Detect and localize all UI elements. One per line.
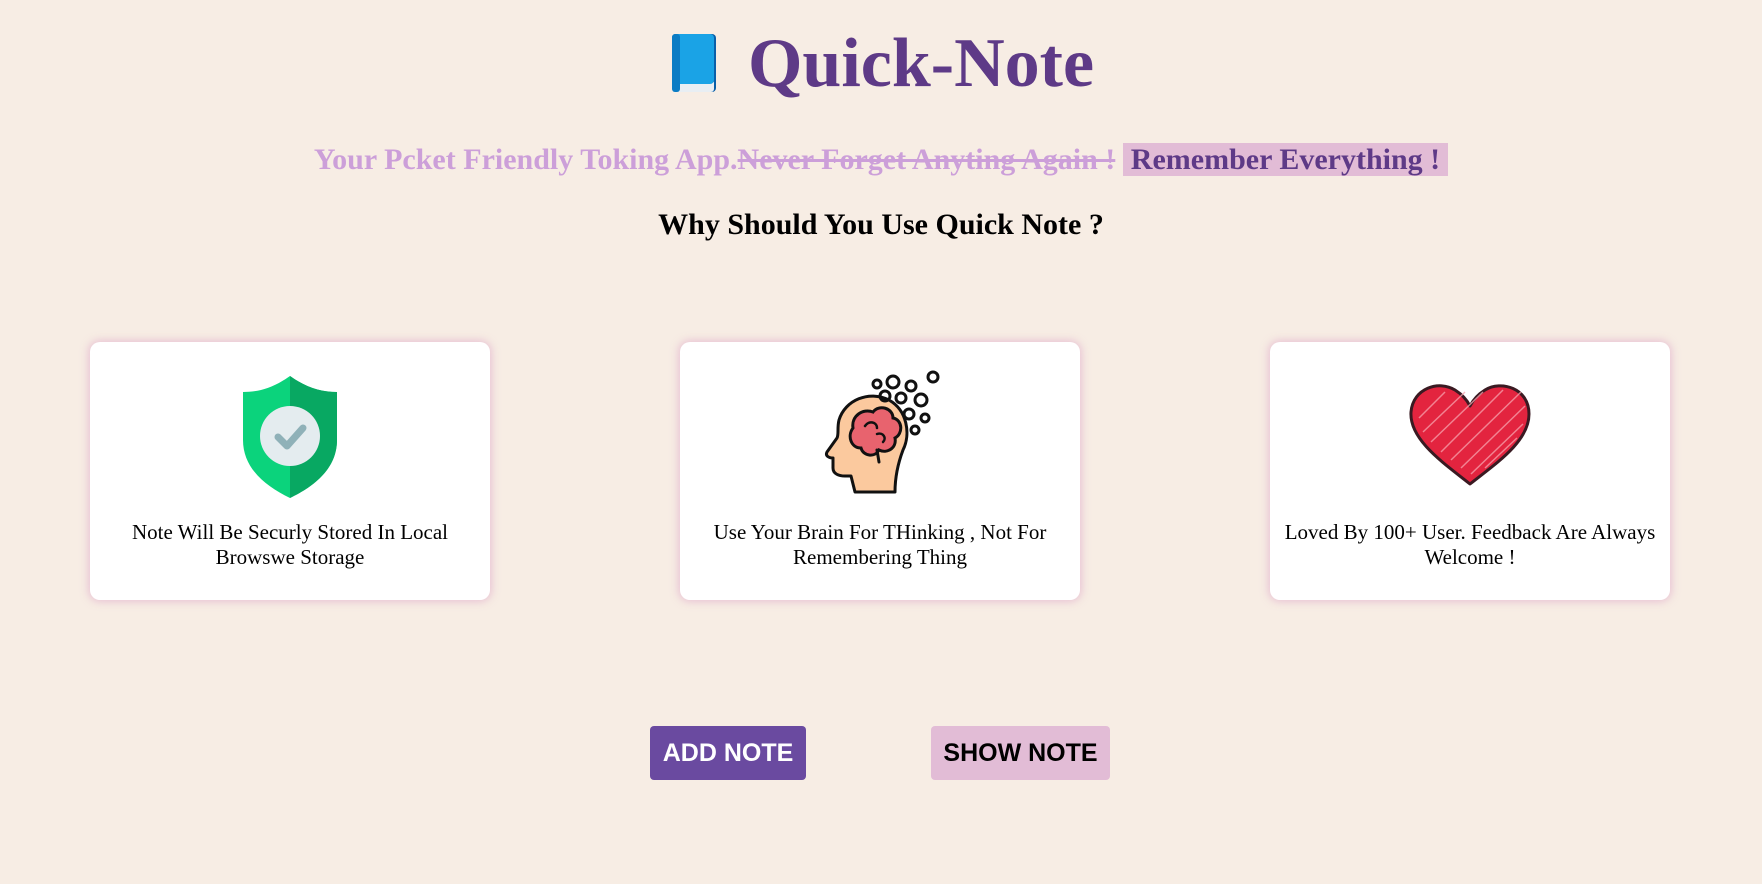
brain-head-icon xyxy=(825,370,940,494)
tagline-strikethrough: Never Forget Anyting Again ! xyxy=(737,143,1116,176)
feature-card-loved: Loved By 100+ User. Feedback Are Always … xyxy=(1270,342,1670,600)
feature-card-brain: Use Your Brain For THinking , Not For Re… xyxy=(680,342,1080,600)
app-header: Quick-Note xyxy=(0,24,1762,104)
section-heading: Why Should You Use Quick Note ? xyxy=(658,208,1104,241)
card-text: Note Will Be Securly Stored In Local Bro… xyxy=(131,520,449,569)
heart-icon xyxy=(1409,384,1531,486)
tagline-part1: Your Pcket Friendly Toking App. xyxy=(313,143,738,176)
add-note-button[interactable]: ADD NOTE xyxy=(650,726,806,780)
show-note-button[interactable]: SHOW NOTE xyxy=(931,726,1110,780)
app-title: Quick-Note xyxy=(747,25,1095,102)
card-text: Loved By 100+ User. Feedback Are Always … xyxy=(1284,520,1656,569)
shield-check-icon xyxy=(243,376,337,498)
tagline: Your Pcket Friendly Toking App.Never For… xyxy=(0,142,1762,178)
tagline-highlight: Remember Everything ! xyxy=(1122,143,1449,176)
feature-card-secure: Note Will Be Securly Stored In Local Bro… xyxy=(90,342,490,600)
card-text: Use Your Brain For THinking , Not For Re… xyxy=(713,520,1047,569)
blue-book-icon xyxy=(671,34,716,92)
